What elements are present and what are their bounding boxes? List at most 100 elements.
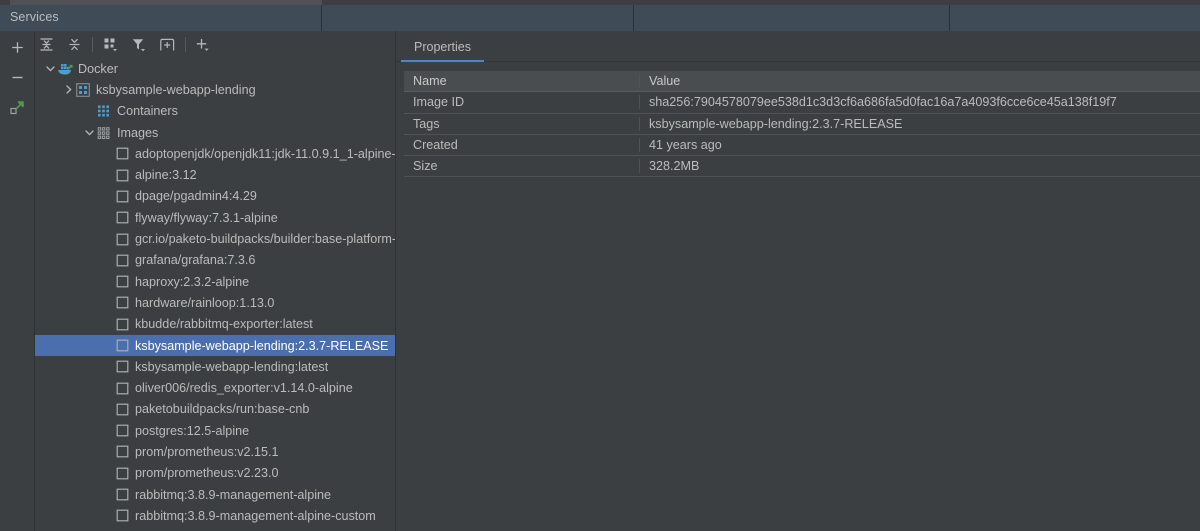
image-square-icon (116, 382, 128, 394)
tree-item[interactable]: prom/prometheus:v2.15.1 (35, 441, 395, 462)
image-square-icon (114, 146, 130, 162)
add-tab-icon (159, 38, 174, 50)
tree-item-label: ksbysample-webapp-lending:latest (135, 359, 329, 374)
tree-item-label: ksbysample-webapp-lending (96, 82, 256, 97)
image-square-icon (116, 147, 128, 160)
tree-item[interactable]: flyway/flyway:7.3.1-alpine (35, 207, 395, 228)
docker-whale-icon (58, 63, 73, 75)
tree-item[interactable]: ksbysample-webapp-lending:2.3.7-RELEASE (35, 334, 395, 357)
properties-row[interactable]: Created 41 years ago (404, 135, 1200, 157)
tree-item[interactable]: rabbitmq:3.8.9-management-alpine (35, 484, 395, 505)
image-square-icon (114, 231, 130, 247)
tree-expander (101, 509, 114, 522)
tree-item[interactable]: adoptopenjdk/openjdk11:jdk-11.0.9.1_1-al… (35, 143, 395, 164)
new-tab-button[interactable] (156, 34, 178, 55)
header-cell-4[interactable] (950, 5, 1200, 31)
tree-expander (101, 360, 114, 373)
tree-item[interactable]: hardware/rainloop:1.13.0 (35, 292, 395, 313)
chevron-right-icon[interactable] (63, 84, 74, 95)
property-value: 41 years ago (649, 138, 722, 153)
chevron-down-icon[interactable] (45, 63, 56, 74)
tree-item-label: rabbitmq:3.8.9-management-alpine (135, 487, 332, 502)
properties-row[interactable]: Size 328.2MB (404, 156, 1200, 178)
tree-expander[interactable] (83, 126, 96, 139)
tree-item-label: ksbysample-webapp-lending:2.3.7-RELEASE (135, 338, 389, 353)
properties-row[interactable]: Tags ksbysample-webapp-lending:2.3.7-RELE… (404, 114, 1200, 135)
tree-item[interactable]: Docker (35, 58, 395, 79)
tree-item[interactable]: kbudde/rabbitmq-exporter:latest (35, 314, 395, 335)
image-square-icon (116, 467, 128, 480)
tree-item[interactable] (35, 527, 395, 531)
image-square-icon (114, 423, 130, 439)
tree-item-label: prom/prometheus:v2.15.1 (135, 444, 279, 459)
expand-rail-button[interactable] (0, 94, 35, 120)
expand-all-button[interactable] (35, 34, 57, 55)
tree-expander (101, 147, 114, 160)
tool-window-title: Services (10, 10, 59, 24)
tree-item-label: prom/prometheus:v2.23.0 (135, 466, 279, 481)
tree-item-label: dpage/pgadmin4:4.29 (135, 189, 257, 204)
image-square-icon (114, 274, 130, 290)
image-square-icon (114, 508, 130, 524)
tree-item[interactable]: paketobuildpacks/run:base-cnb (35, 399, 395, 420)
tree-expander[interactable] (44, 62, 57, 75)
left-icon-rail (0, 31, 35, 531)
tree-item-label: kbudde/rabbitmq-exporter:latest (135, 317, 313, 332)
tree-item-label: alpine:3.12 (135, 168, 197, 183)
tab-properties[interactable]: Properties (401, 31, 484, 62)
hide-rail-button[interactable] (0, 64, 35, 90)
tree-item[interactable]: oliver006/redis_exporter:v1.14.0-alpine (35, 377, 395, 398)
tree-expander (101, 467, 114, 480)
column-header-value: Value (649, 74, 681, 89)
tree-item[interactable]: Images (35, 122, 395, 143)
tree-expander[interactable] (62, 83, 75, 96)
tree-item[interactable]: haproxy:2.3.2-alpine (35, 271, 395, 292)
image-square-icon (116, 488, 128, 501)
properties-table: Name Value Image ID sha256:7904578079ee53… (404, 71, 1200, 178)
tree-item[interactable]: grafana/grafana:7.3.6 (35, 250, 395, 271)
tree-item[interactable]: prom/prometheus:v2.23.0 (35, 463, 395, 484)
tree-item[interactable]: postgres:12.5-alpine (35, 420, 395, 441)
image-square-icon (114, 380, 130, 396)
tree-item[interactable]: gcr.io/paketo-buildpacks/builder:base-pl… (35, 228, 395, 249)
expand-all-icon (40, 38, 52, 51)
group-by-button[interactable] (100, 34, 122, 55)
tree-item[interactable]: ksbysample-webapp-lending:latest (35, 356, 395, 377)
image-square-icon (116, 318, 128, 331)
tree-item[interactable]: alpine:3.12 (35, 164, 395, 185)
tree-expander (101, 488, 114, 501)
filter-button[interactable] (128, 34, 150, 55)
header-cell-services[interactable]: Services (0, 5, 322, 31)
tree-item[interactable]: rabbitmq:3.8.9-management-alpine-custom (35, 505, 395, 526)
tree-item[interactable]: ksbysample-webapp-lending (35, 79, 395, 100)
tree-item-label: Docker (78, 61, 118, 76)
property-name: Created (404, 138, 640, 153)
tree-item-label: Containers (117, 104, 178, 119)
image-square-icon (114, 316, 130, 332)
image-square-icon (114, 465, 130, 481)
property-value: sha256:7904578079ee538d1c3d3cf6a686fa5d0… (649, 95, 1117, 110)
properties-row[interactable]: Image ID sha256:7904578079ee538d1c3d3cf6a… (404, 92, 1200, 114)
add-dropdown-button[interactable] (192, 34, 214, 55)
image-square-icon (116, 360, 128, 373)
tree-item-label: rabbitmq:3.8.9-management-alpine-custom (135, 508, 376, 523)
collapse-all-icon (69, 38, 79, 51)
image-square-icon (114, 210, 130, 226)
header-cell-2[interactable] (322, 5, 634, 31)
tree-expander (101, 233, 114, 246)
collapse-all-button[interactable] (63, 34, 85, 55)
tree-expander (101, 211, 114, 224)
services-tree[interactable]: Docker ksbysample-webapp-lending Container… (35, 58, 395, 531)
app-grid-icon (76, 83, 90, 97)
toolbar-separator-1 (92, 37, 93, 52)
image-square-icon (114, 359, 130, 375)
image-square-icon (116, 254, 128, 267)
tree-item[interactable]: Containers (35, 101, 395, 122)
services-toolbar (35, 31, 395, 58)
services-tool-window: Services Docker ksbysample-webapp-lendin… (0, 0, 1200, 531)
header-cell-3[interactable] (634, 5, 950, 31)
property-name: Image ID (404, 95, 640, 110)
chevron-down-icon[interactable] (84, 127, 95, 138)
tree-item[interactable]: dpage/pgadmin4:4.29 (35, 186, 395, 207)
tree-expander (101, 190, 114, 203)
